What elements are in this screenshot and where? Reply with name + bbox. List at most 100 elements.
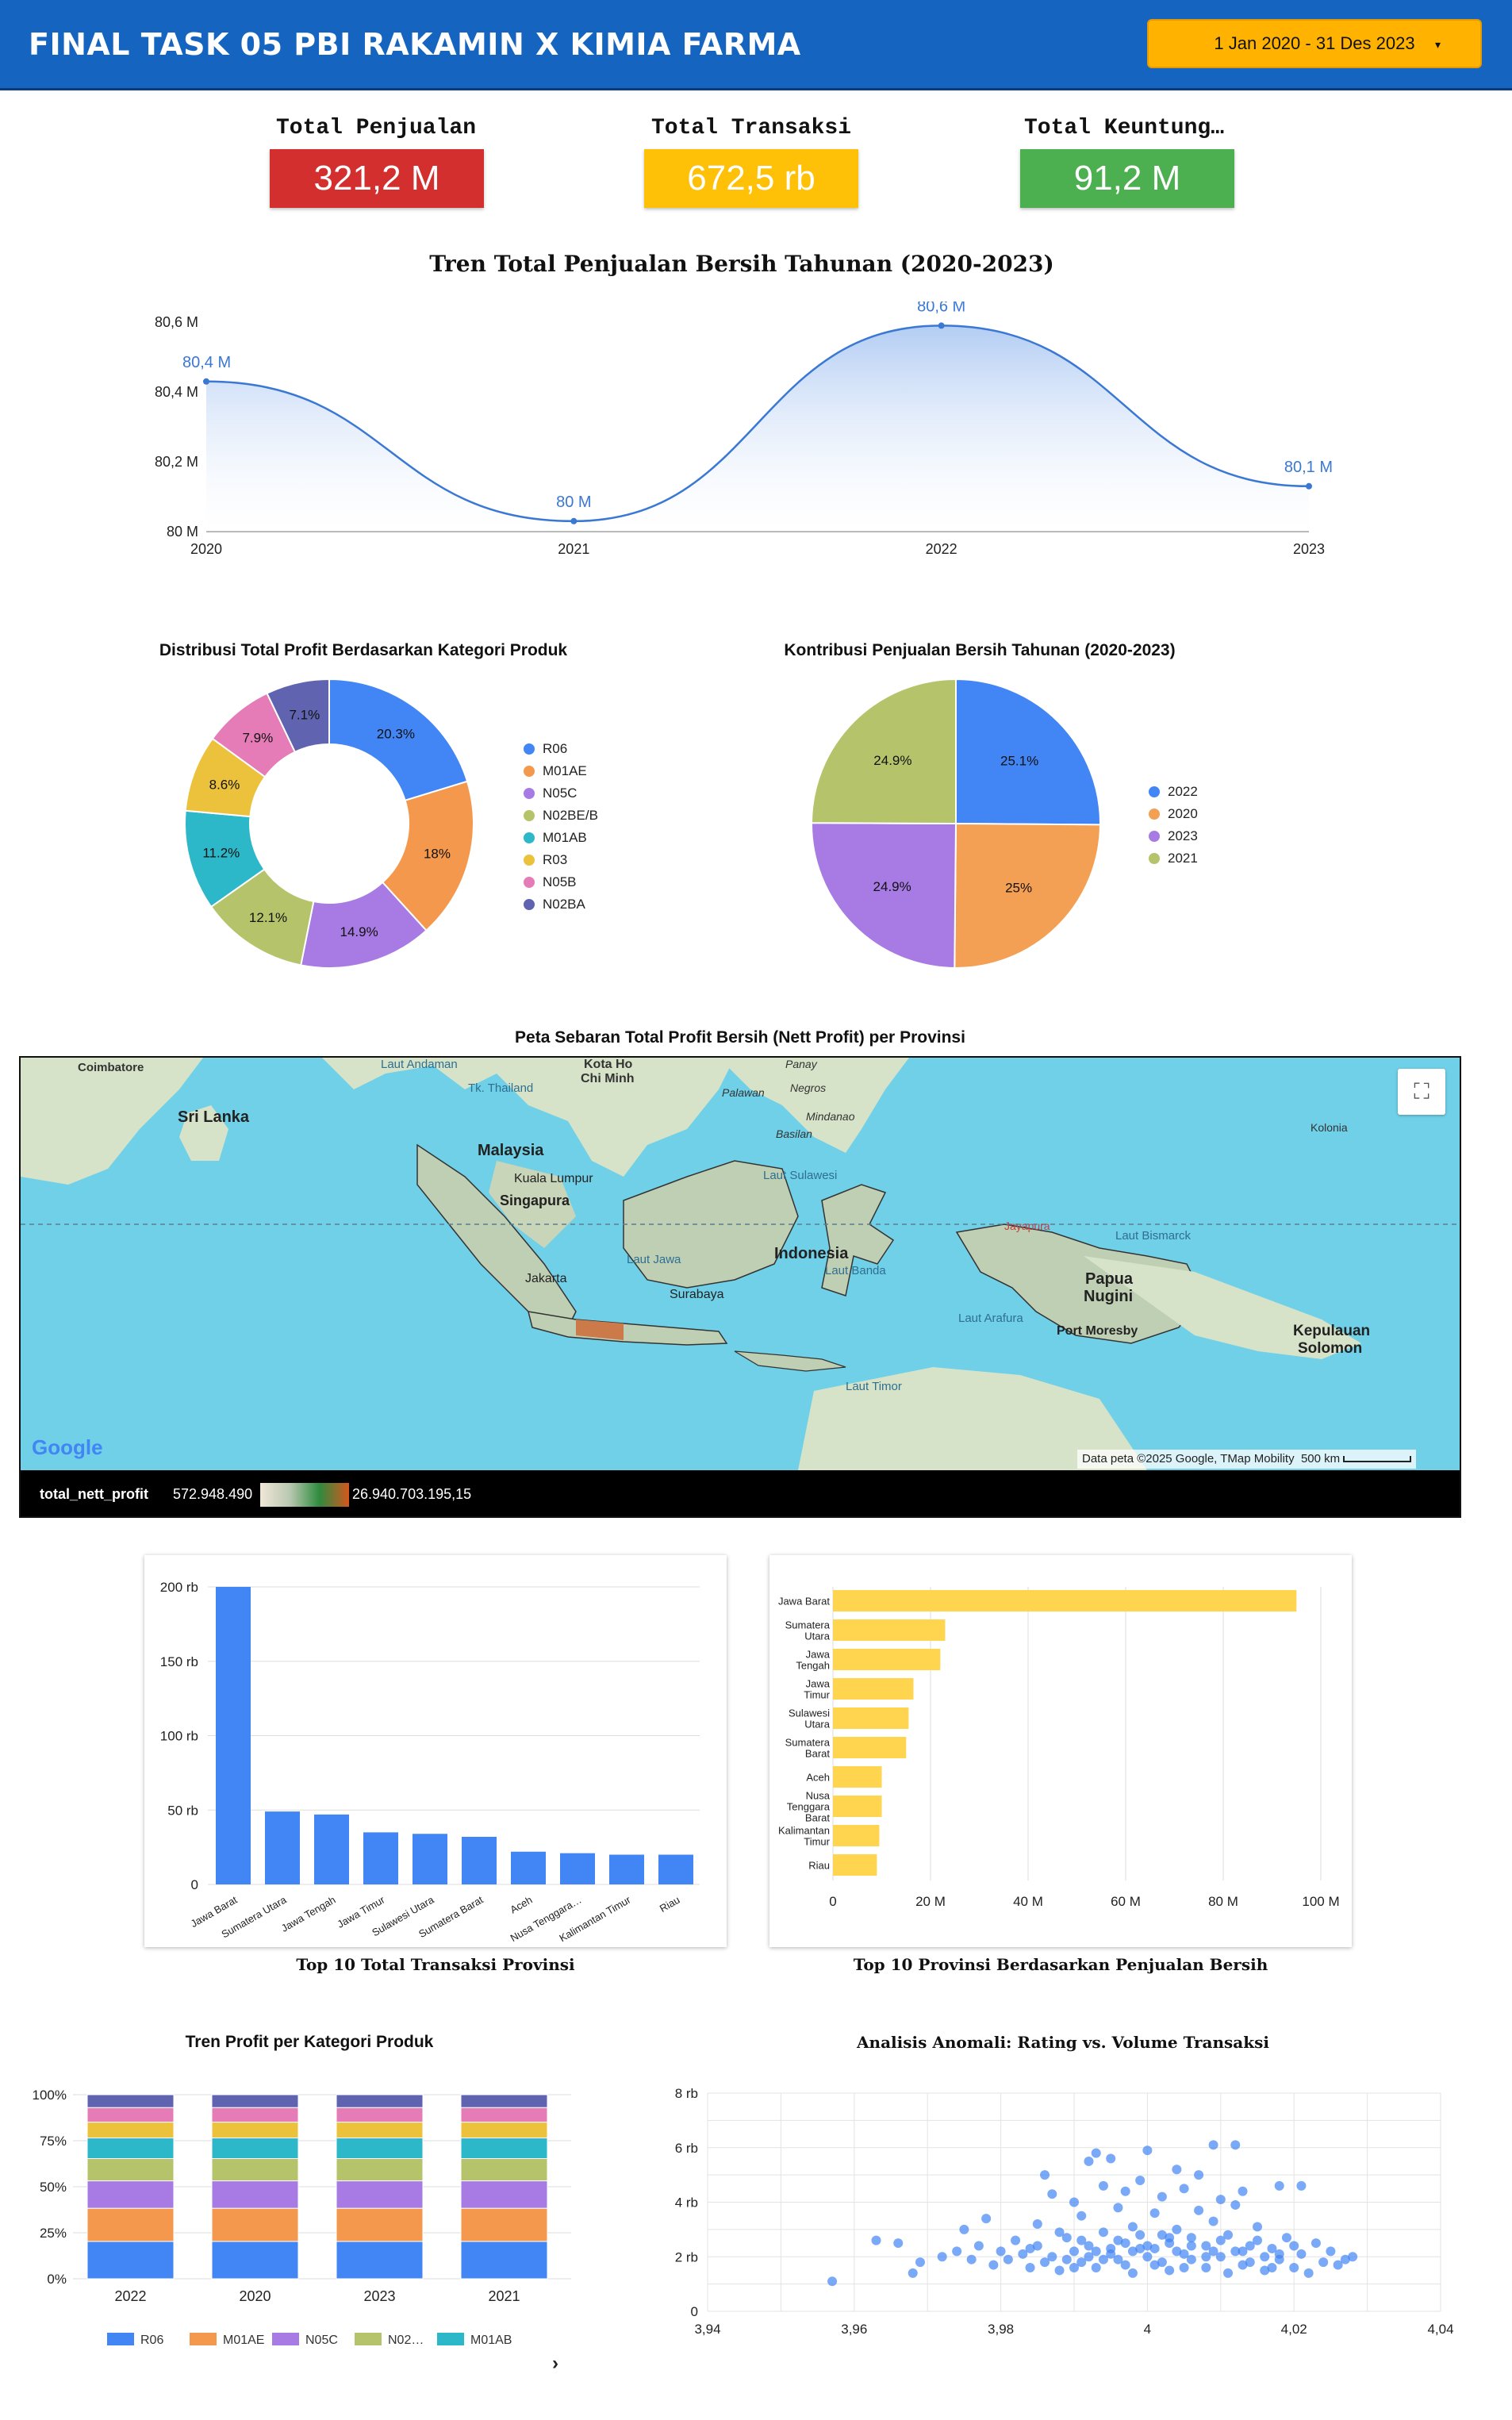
bar-sales-x-tick: 60 M <box>1111 1894 1141 1909</box>
pie-legend-item[interactable]: 2022 <box>1149 781 1198 803</box>
pie-legend-item[interactable]: 2023 <box>1149 825 1198 847</box>
legend-swatch <box>524 832 535 843</box>
stacked-segment <box>336 2180 424 2209</box>
scatter-y-tick: 4 rb <box>675 2195 698 2211</box>
bar-sales-y-tick: Jawa <box>806 1678 831 1690</box>
map-label-thailand: Tk. Thailand <box>468 1081 534 1095</box>
scatter-point <box>1303 2268 1314 2278</box>
stacked-segment <box>460 2107 548 2123</box>
donut-legend-item[interactable]: M01AE <box>524 760 598 782</box>
stacked-y-tick: 75% <box>40 2134 67 2149</box>
stacked-segment <box>460 2207 548 2242</box>
scatter-point <box>1348 2252 1358 2262</box>
kpi-label-total-transaksi: Total Transaksi <box>650 116 852 140</box>
legend-swatch <box>524 899 535 910</box>
stacked-segment <box>336 2158 424 2182</box>
legend-label: N02BE/B <box>543 808 598 823</box>
bar-sales-x-tick: 20 M <box>915 1894 946 1909</box>
bar-sales-bar <box>833 1796 882 1817</box>
scatter-point <box>1127 2268 1138 2278</box>
stacked-segment <box>336 2207 424 2242</box>
pie-legend: 2022 2020 2023 2021 <box>1149 781 1198 870</box>
profit-category-stacked-chart: 0% 25% 50% 75% 100% 2022 2020 2023 2021 R06 M01AE N… <box>33 2088 571 2374</box>
trend-y-tick: 80,4 M <box>155 384 198 400</box>
bar-tx-bar <box>560 1853 595 1884</box>
donut-legend-item[interactable]: R06 <box>524 738 598 760</box>
trend-point <box>203 378 209 385</box>
map-scale-bar <box>1343 1456 1412 1463</box>
date-range-picker[interactable]: 1 Jan 2020 - 31 Des 2023 ▾ <box>1147 19 1482 68</box>
scatter-point <box>973 2241 984 2251</box>
donut-legend-item[interactable]: N02BE/B <box>524 805 598 827</box>
scatter-point <box>908 2268 918 2278</box>
stacked-segment <box>86 2241 175 2280</box>
bar-sales-bar <box>833 1825 880 1846</box>
stacked-segment <box>336 2138 424 2160</box>
stacked-segment <box>460 2138 548 2160</box>
scatter-point <box>1054 2227 1065 2238</box>
bar-sales-x-tick: 80 M <box>1208 1894 1238 1909</box>
google-logo: Google <box>32 1435 103 1459</box>
scatter-point <box>1040 2170 1050 2180</box>
pie-legend-item[interactable]: 2020 <box>1149 803 1198 825</box>
map-label-laut-bismarck: Laut Bismarck <box>1115 1229 1192 1243</box>
stacked-segment <box>211 2094 299 2108</box>
scatter-point <box>1091 2246 1101 2257</box>
trend-data-label: 80 M <box>556 494 591 511</box>
pie-legend-item[interactable]: 2021 <box>1149 847 1198 870</box>
donut-legend-item[interactable]: M01AB <box>524 827 598 849</box>
donut-slice-label: 11.2% <box>202 846 240 861</box>
map-label-laut-banda: Laut Banda <box>825 1264 886 1277</box>
map-label-negros: Negros <box>790 1081 827 1094</box>
trend-data-label: 80,6 M <box>917 302 965 315</box>
donut-legend-item[interactable]: N05B <box>524 871 598 893</box>
scatter-point <box>1061 2254 1072 2264</box>
scatter-point <box>1149 2208 1160 2218</box>
bar-sales-y-tick: Tengah <box>796 1660 830 1672</box>
stacked-x-tick: 2023 <box>363 2288 395 2304</box>
stacked-legend-swatch <box>437 2333 464 2345</box>
map-label-mindanao: Mindanao <box>806 1110 855 1123</box>
top10-sales-title: Top 10 Provinsi Berdasarkan Penjualan Be… <box>853 1955 1268 1974</box>
pie-slice <box>955 678 1101 826</box>
stacked-x-tick: 2020 <box>239 2288 271 2304</box>
bar-sales-y-tick: Nusa <box>806 1790 831 1802</box>
scatter-y-tick: 6 rb <box>675 2141 698 2156</box>
scatter-point <box>827 2276 838 2287</box>
stacked-legend-swatch <box>190 2333 217 2345</box>
scatter-point <box>966 2254 977 2264</box>
top10-transaction-card: 0 50 rb 100 rb 150 rb 200 rb Jawa Barat Sumate… <box>144 1555 727 1947</box>
map-attribution-text: Data peta ©2025 Google, TMap Mobility <box>1082 1452 1295 1465</box>
pie-slice-label: 24.9% <box>873 879 911 894</box>
donut-legend-item[interactable]: N02BA <box>524 893 598 916</box>
stacked-chart-title: Tren Profit per Kategori Produk <box>185 2033 434 2051</box>
donut-legend-item[interactable]: N05C <box>524 782 598 805</box>
stacked-segment <box>86 2107 175 2123</box>
date-range-label: 1 Jan 2020 - 31 Des 2023 <box>1214 33 1415 53</box>
scatter-point <box>1069 2197 1079 2207</box>
kpi-label-total-penjualan: Total Penjualan <box>275 116 477 140</box>
map-label-laut-arafura: Laut Arafura <box>958 1312 1023 1325</box>
map-label-panay: Panay <box>785 1058 817 1070</box>
stacked-segment <box>460 2241 548 2280</box>
scatter-x-tick: 4,02 <box>1281 2322 1307 2337</box>
bar-sales-x-tick: 0 <box>829 1894 836 1909</box>
map-attribution[interactable]: Data peta ©2025 Google, TMap Mobility 50… <box>1077 1450 1417 1469</box>
bar-tx-y-tick: 150 rb <box>160 1654 198 1669</box>
fullscreen-icon[interactable]: ⛶ <box>1398 1069 1445 1115</box>
donut-legend-item[interactable]: R03 <box>524 849 598 871</box>
pie-slice-label: 25.1% <box>1000 754 1038 769</box>
stacked-x-tick: 2022 <box>114 2288 146 2304</box>
geo-map[interactable]: Coimbatore Sri Lanka Laut Andaman Tk. Th… <box>19 1056 1461 1518</box>
stacked-legend-label: M01AE <box>223 2334 264 2347</box>
scatter-point <box>1032 2219 1042 2229</box>
scatter-point <box>1179 2184 1189 2194</box>
scatter-point <box>1091 2148 1101 2158</box>
kpi-label-total-keuntungan: Total Keuntung… <box>1023 116 1225 140</box>
scatter-point <box>1127 2246 1138 2257</box>
map-label-nugini: Nugini <box>1084 1288 1134 1305</box>
scatter-point <box>1120 2186 1130 2196</box>
bar-sales-y-tick: Sumatera <box>785 1737 831 1749</box>
stacked-legend-swatch <box>107 2333 134 2345</box>
donut-legend: R06 M01AE N05C N02BE/B M01AB R03 N05B N02BA <box>524 738 598 916</box>
